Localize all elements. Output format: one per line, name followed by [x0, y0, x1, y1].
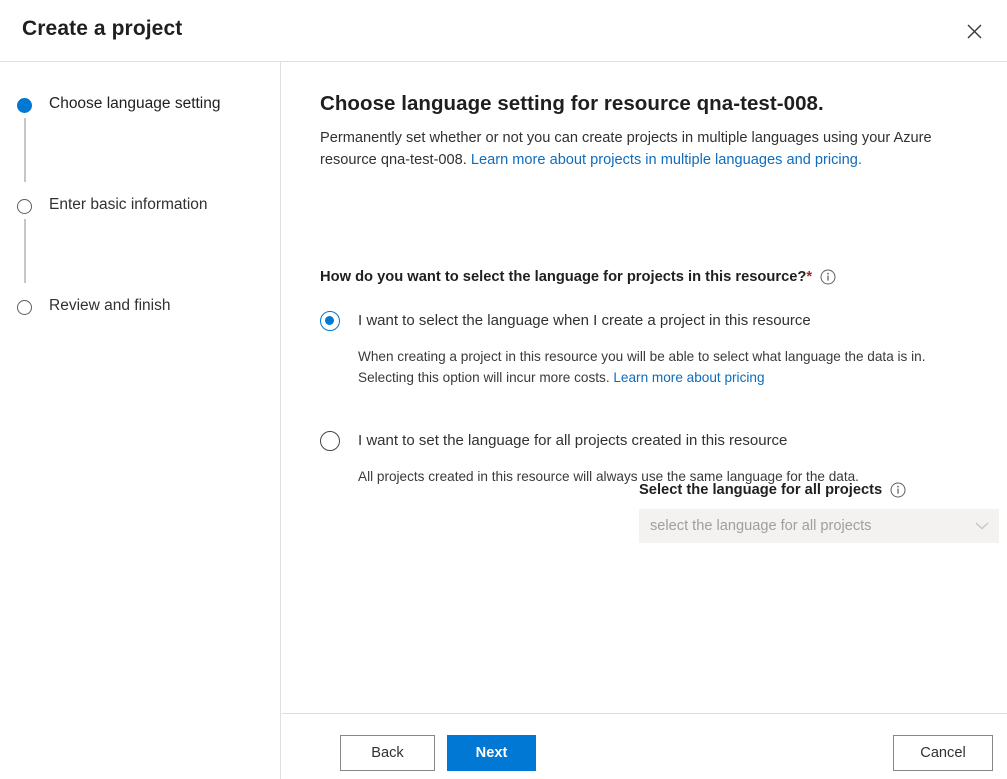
learn-more-pricing-link[interactable]: Learn more about pricing	[613, 370, 764, 385]
info-icon[interactable]	[820, 269, 836, 285]
filled-circle-icon	[17, 98, 32, 113]
dialog-header: Create a project	[0, 0, 1007, 62]
help-line-2: Selecting this option will incur more co…	[358, 370, 613, 385]
language-dropdown-block: Select the language for all projects sel…	[639, 482, 999, 543]
learn-more-languages-pricing-link[interactable]: Learn more about projects in multiple la…	[471, 152, 862, 168]
empty-circle-icon	[17, 300, 32, 315]
empty-circle-icon	[17, 199, 32, 214]
page-title: Create a project	[22, 17, 182, 41]
help-line-1: When creating a project in this resource…	[358, 349, 926, 364]
sidebar-step-label: Review and finish	[49, 297, 170, 315]
radio-unselected-icon	[320, 431, 340, 451]
close-button[interactable]	[955, 12, 993, 50]
sidebar-step-choose-language-setting[interactable]: Choose language setting	[0, 62, 281, 163]
radio-option-label: I want to set the language for all proje…	[358, 430, 787, 451]
question-text: How do you want to select the language f…	[320, 269, 806, 285]
radio-option-select-per-project[interactable]: I want to select the language when I cre…	[320, 310, 1000, 336]
back-button[interactable]: Back	[340, 735, 435, 771]
radio-selected-icon	[320, 311, 340, 331]
chevron-down-icon	[975, 522, 989, 531]
required-marker: *	[806, 269, 812, 285]
language-setting-radio-group: I want to select the language when I cre…	[320, 310, 1000, 487]
sidebar-step-label: Enter basic information	[49, 196, 208, 214]
close-icon	[967, 24, 982, 39]
wizard-main-panel: Choose language setting for resource qna…	[282, 62, 1007, 713]
radio-option-help-text: When creating a project in this resource…	[358, 346, 978, 388]
content-description: Permanently set whether or not you can c…	[320, 127, 992, 171]
language-dropdown[interactable]: select the language for all projects	[639, 509, 999, 543]
cancel-button[interactable]: Cancel	[893, 735, 993, 771]
content-heading: Choose language setting for resource qna…	[320, 92, 824, 116]
sidebar-step-label: Choose language setting	[49, 95, 221, 113]
language-dropdown-label: Select the language for all projects	[639, 482, 882, 498]
question-label: How do you want to select the language f…	[320, 269, 812, 285]
radio-option-label: I want to select the language when I cre…	[358, 310, 811, 331]
radio-option-set-for-all-wrap: I want to set the language for all proje…	[320, 430, 1000, 487]
language-dropdown-value: select the language for all projects	[650, 518, 871, 534]
wizard-sidebar: Choose language setting Enter basic info…	[0, 62, 281, 779]
next-button[interactable]: Next	[447, 735, 536, 771]
language-selection-question: How do you want to select the language f…	[320, 269, 836, 285]
wizard-footer: Back Next Cancel	[282, 713, 1007, 779]
radio-option-select-per-project-wrap: I want to select the language when I cre…	[320, 310, 1000, 388]
sidebar-step-enter-basic-information[interactable]: Enter basic information	[0, 163, 281, 264]
language-dropdown-label-row: Select the language for all projects	[639, 482, 999, 498]
radio-option-set-for-all-projects[interactable]: I want to set the language for all proje…	[320, 430, 1000, 456]
info-icon[interactable]	[890, 482, 906, 498]
create-project-wizard: Create a project Choose language setting…	[0, 0, 1007, 779]
sidebar-step-review-and-finish[interactable]: Review and finish	[0, 264, 281, 304]
step-list: Choose language setting Enter basic info…	[0, 62, 281, 304]
